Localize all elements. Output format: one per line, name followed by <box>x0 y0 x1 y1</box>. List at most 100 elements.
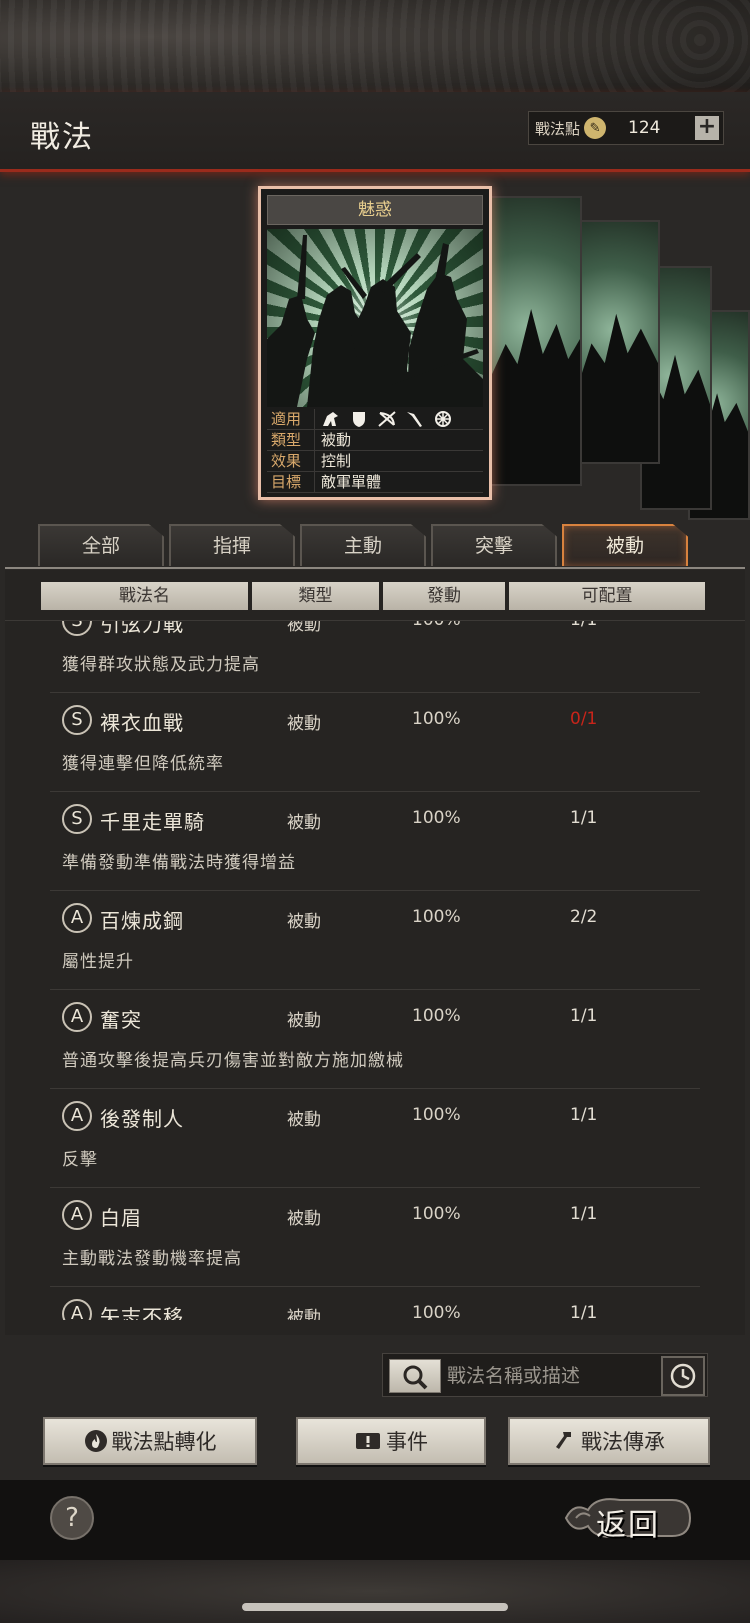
history-button[interactable] <box>661 1356 705 1396</box>
skill-description: 主動戰法發動機率提高 <box>62 1249 242 1269</box>
add-points-button[interactable]: + <box>695 116 719 140</box>
tab-active[interactable]: 主動 <box>300 524 426 566</box>
skill-description: 普通攻擊後提高兵刃傷害並對敵方施加繳械 <box>62 1051 404 1071</box>
category-tabs: 全部 指揮 主動 突擊 被動 <box>38 524 708 568</box>
skill-type: 被動 <box>287 1011 321 1031</box>
back-button[interactable]: 返回 <box>560 1492 696 1544</box>
skill-card-carousel[interactable]: 魅惑 適用 類型 被動 效果 控制 目標 敵軍單體 <box>0 172 750 520</box>
skill-rate: 100% <box>412 1105 461 1125</box>
skill-name: 百煉成鋼 <box>100 909 184 933</box>
inherit-skill-button[interactable]: 戰法傳承 <box>508 1417 710 1465</box>
tab-assault[interactable]: 突擊 <box>431 524 557 566</box>
skill-type: 被動 <box>287 912 321 932</box>
skill-name: 白眉 <box>100 1206 142 1230</box>
skill-type: 被動 <box>287 1209 321 1229</box>
column-header-slots[interactable]: 可配置 <box>509 582 705 610</box>
stat-row: 目標 敵軍單體 <box>267 472 483 493</box>
list-item[interactable]: A 百煉成鋼 被動 100% 2/2 屬性提升 <box>50 891 700 990</box>
list-item[interactable]: S 裸衣血戰 被動 100% 0/1 獲得連擊但降低統率 <box>50 693 700 792</box>
column-header-rate[interactable]: 發動 <box>383 582 505 610</box>
skill-list-panel: 戰法名 類型 發動 可配置 S 引弦力戰 被動 100% 1/1 獲得群攻狀態及… <box>5 570 745 1335</box>
skill-slots: 2/2 <box>570 907 598 927</box>
skill-rate: 100% <box>412 1006 461 1026</box>
stat-row: 類型 被動 <box>267 430 483 451</box>
convert-points-label: 戰法點轉化 <box>111 1430 217 1454</box>
home-indicator[interactable] <box>242 1603 508 1611</box>
alert-icon <box>356 1433 380 1449</box>
skill-name: 後發制人 <box>100 1107 184 1131</box>
skill-slots: 1/1 <box>570 1303 598 1320</box>
stat-row: 適用 <box>267 409 483 430</box>
selected-skill-card[interactable]: 魅惑 適用 類型 被動 效果 控制 目標 敵軍單體 <box>258 186 492 500</box>
card-thumbnail[interactable] <box>490 196 582 486</box>
list-item[interactable]: S 千里走單騎 被動 100% 1/1 準備發動準備戰法時獲得增益 <box>50 792 700 891</box>
back-label: 返回 <box>596 1508 660 1543</box>
grade-badge: S <box>62 804 92 834</box>
skill-description: 獲得連擊但降低統率 <box>62 754 224 774</box>
hammer-icon <box>556 1432 571 1449</box>
skill-name: 引弦力戰 <box>100 620 184 636</box>
list-item[interactable]: A 矢志不移 被動 100% 1/1 <box>50 1287 700 1320</box>
stat-key: 適用 <box>267 409 315 429</box>
card-artwork <box>267 229 483 407</box>
skill-type: 被動 <box>287 1110 321 1130</box>
search-icon <box>403 1365 428 1390</box>
page-title: 戰法 <box>30 120 94 155</box>
column-header-type[interactable]: 類型 <box>252 582 379 610</box>
points-value: 124 <box>628 118 661 138</box>
stat-row: 效果 控制 <box>267 451 483 472</box>
tab-passive[interactable]: 被動 <box>562 524 688 566</box>
inherit-skill-label: 戰法傳承 <box>581 1430 665 1454</box>
stat-value: 被動 <box>321 430 352 449</box>
grade-badge: A <box>62 903 92 933</box>
search-box <box>382 1353 708 1397</box>
list-item[interactable]: A 奮突 被動 100% 1/1 普通攻擊後提高兵刃傷害並對敵方施加繳械 <box>50 990 700 1089</box>
skill-type: 被動 <box>287 620 321 635</box>
header-bar: 戰法 戰法點 ✎ 124 + <box>0 92 750 172</box>
tactic-points-box: 戰法點 ✎ 124 + <box>528 111 724 145</box>
footer-bar: ? 返回 <box>0 1480 750 1560</box>
convert-points-button[interactable]: 戰法點轉化 <box>43 1417 257 1465</box>
card-thumbnail[interactable] <box>580 220 660 464</box>
tab-command[interactable]: 指揮 <box>169 524 295 566</box>
skill-slots: 1/1 <box>570 1105 598 1125</box>
skill-name: 奮突 <box>100 1008 142 1032</box>
search-input[interactable] <box>447 1360 647 1392</box>
points-label: 戰法點 <box>535 119 581 138</box>
cavalry-icon <box>323 412 338 426</box>
help-button[interactable]: ? <box>50 1496 94 1540</box>
grade-badge: A <box>62 1101 92 1131</box>
skill-rate: 100% <box>412 907 461 927</box>
flame-icon <box>84 1430 107 1452</box>
skill-name: 矢志不移 <box>100 1305 184 1320</box>
bottom-decoration <box>0 1560 750 1623</box>
search-button[interactable] <box>389 1359 441 1393</box>
skill-type: 被動 <box>287 813 321 833</box>
list-item[interactable]: A 後發制人 被動 100% 1/1 反擊 <box>50 1089 700 1188</box>
list-item[interactable]: S 引弦力戰 被動 100% 1/1 獲得群攻狀態及武力提高 <box>50 620 700 693</box>
events-label: 事件 <box>386 1430 428 1454</box>
list-item[interactable]: A 白眉 被動 100% 1/1 主動戰法發動機率提高 <box>50 1188 700 1287</box>
skill-list[interactable]: S 引弦力戰 被動 100% 1/1 獲得群攻狀態及武力提高 S 裸衣血戰 被動… <box>5 620 745 1320</box>
grade-badge: S <box>62 705 92 735</box>
stat-value: 控制 <box>321 451 352 470</box>
grade-badge: S <box>62 621 92 636</box>
skill-rate: 100% <box>412 1303 461 1320</box>
tab-divider <box>5 567 745 569</box>
events-button[interactable]: 事件 <box>296 1417 486 1465</box>
spear-icon <box>407 412 422 427</box>
tab-all[interactable]: 全部 <box>38 524 164 566</box>
column-header-name[interactable]: 戰法名 <box>41 582 248 610</box>
clock-icon <box>670 1363 696 1389</box>
skill-rate: 100% <box>412 620 461 630</box>
unit-icons <box>315 409 453 429</box>
wheel-icon <box>435 411 451 427</box>
skill-slots: 1/1 <box>570 1006 598 1026</box>
stat-value: 敵軍單體 <box>321 472 382 491</box>
shield-icon <box>353 412 365 427</box>
skill-name: 裸衣血戰 <box>100 711 184 735</box>
card-title: 魅惑 <box>267 195 483 225</box>
skill-description: 反擊 <box>62 1150 98 1170</box>
compass-icon: ✎ <box>584 117 607 139</box>
stat-key: 類型 <box>267 430 315 450</box>
